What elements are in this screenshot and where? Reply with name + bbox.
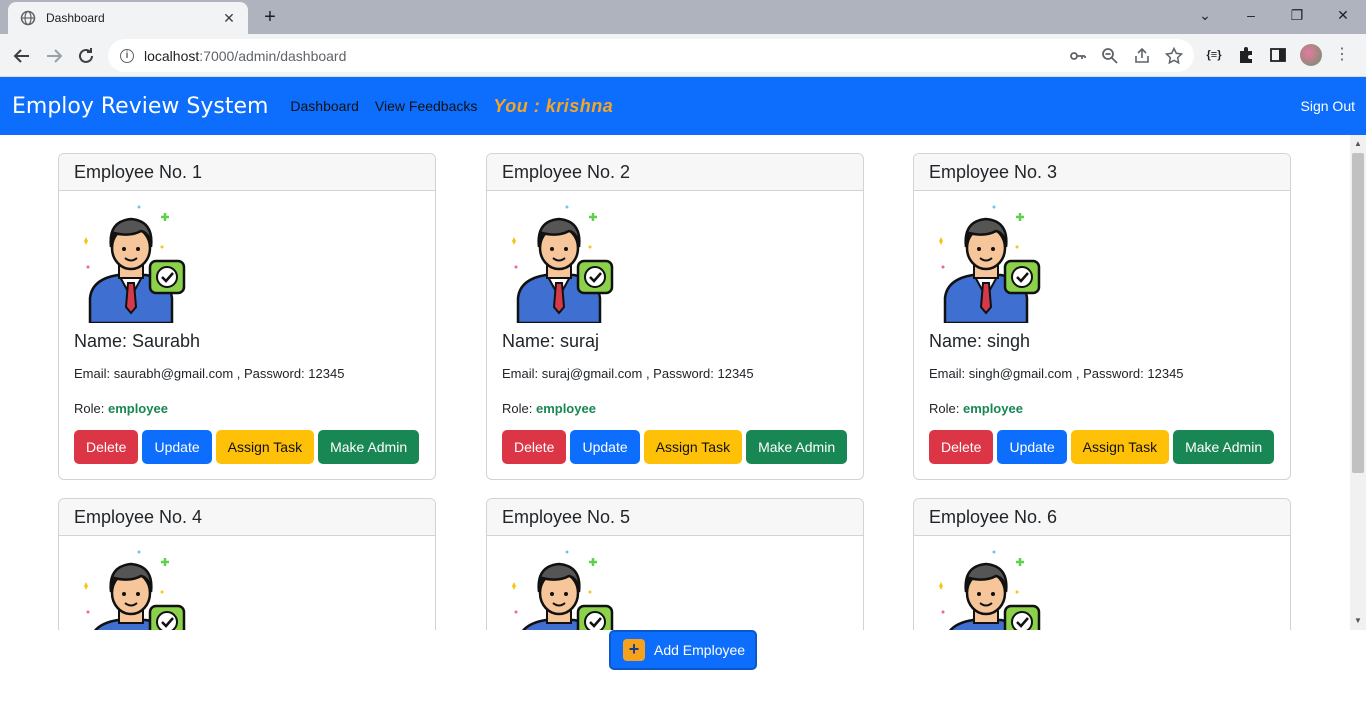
employee-name: Name: singh <box>929 331 1031 351</box>
back-icon[interactable] <box>10 44 34 68</box>
scroll-thumb[interactable] <box>1352 153 1364 473</box>
delete-button[interactable]: Delete <box>502 430 567 464</box>
bookmark-star-icon[interactable] <box>1164 46 1184 66</box>
employee-avatar-icon <box>939 550 1041 630</box>
zoom-out-icon[interactable] <box>1100 46 1120 66</box>
browser-tab[interactable]: Dashboard ✕ <box>8 2 248 34</box>
tab-search-icon[interactable]: ⌄ <box>1193 5 1217 25</box>
restore-icon[interactable]: ❐ <box>1285 5 1309 25</box>
card-header: Employee No. 3 <box>914 154 1290 191</box>
card-header: Employee No. 6 <box>914 499 1290 536</box>
employee-role: Role: employee <box>502 401 596 416</box>
make-admin-button[interactable]: Make Admin <box>1173 430 1275 464</box>
reload-icon[interactable] <box>74 44 98 68</box>
sign-out-link[interactable]: Sign Out <box>1301 98 1355 114</box>
employee-credentials: Email: saurabh@gmail.com , Password: 123… <box>74 366 345 381</box>
card-header: Employee No. 4 <box>59 499 435 536</box>
update-button[interactable]: Update <box>997 430 1067 464</box>
delete-button[interactable]: Delete <box>74 430 139 464</box>
employee-credentials: Email: singh@gmail.com , Password: 12345 <box>929 366 1184 381</box>
add-employee-button[interactable]: + Add Employee <box>609 630 757 670</box>
employee-name: Name: suraj <box>502 331 600 351</box>
assign-task-button[interactable]: Assign Task <box>1070 430 1170 464</box>
employee-credentials: Email: suraj@gmail.com , Password: 12345 <box>502 366 754 381</box>
nav-link-view-feedbacks[interactable]: View Feedbacks <box>375 98 477 114</box>
plus-icon: + <box>623 639 645 661</box>
brand-title[interactable]: Employ Review System <box>12 94 268 119</box>
employee-card: Employee No. 4 <box>58 498 436 630</box>
globe-icon <box>20 10 36 26</box>
browser-tabbar: Dashboard ✕ + ⌄ – ❐ ✕ <box>0 0 1366 34</box>
make-admin-button[interactable]: Make Admin <box>746 430 848 464</box>
assign-task-button[interactable]: Assign Task <box>215 430 315 464</box>
new-tab-icon[interactable]: + <box>258 5 282 29</box>
page-scrollbar[interactable]: ▲ ▼ <box>1350 135 1366 630</box>
update-button[interactable]: Update <box>142 430 212 464</box>
employee-role: Role: employee <box>929 401 1023 416</box>
employee-avatar-icon <box>84 550 186 630</box>
employee-grid: Employee No. 1 Name: Saurabh Email: saur… <box>0 135 1350 630</box>
employee-role: Role: employee <box>74 401 168 416</box>
employee-card: Employee No. 2 Name: suraj Email: suraj@… <box>486 153 864 480</box>
scroll-down-icon[interactable]: ▼ <box>1350 614 1366 628</box>
make-admin-button[interactable]: Make Admin <box>318 430 420 464</box>
employee-avatar-icon <box>512 550 614 630</box>
minimize-icon[interactable]: – <box>1239 5 1263 25</box>
window-close-icon[interactable]: ✕ <box>1331 5 1355 25</box>
profile-avatar[interactable] <box>1300 44 1322 66</box>
nav-link-dashboard[interactable]: Dashboard <box>290 98 359 114</box>
employee-card: Employee No. 5 <box>486 498 864 630</box>
scroll-up-icon[interactable]: ▲ <box>1350 137 1366 151</box>
update-button[interactable]: Update <box>570 430 640 464</box>
json-extension-icon[interactable]: {≡} <box>1204 45 1224 65</box>
employee-avatar-icon <box>84 205 186 323</box>
extensions-puzzle-icon[interactable] <box>1236 45 1256 65</box>
card-header: Employee No. 2 <box>487 154 863 191</box>
key-icon[interactable] <box>1068 46 1088 66</box>
add-employee-label: Add Employee <box>654 642 746 658</box>
address-bar[interactable]: i localhost:7000/admin/dashboard <box>108 39 1194 72</box>
tab-title: Dashboard <box>46 11 105 25</box>
employee-avatar-icon <box>512 205 614 323</box>
url-text: localhost:7000/admin/dashboard <box>144 47 347 64</box>
employee-card: Employee No. 1 Name: Saurabh Email: saur… <box>58 153 436 480</box>
site-info-icon[interactable]: i <box>120 48 134 63</box>
menu-kebab-icon[interactable]: ⋮ <box>1334 45 1350 65</box>
share-icon[interactable] <box>1132 46 1152 66</box>
employee-name: Name: Saurabh <box>74 331 201 351</box>
employee-card: Employee No. 6 <box>913 498 1291 630</box>
current-user-label: You : krishna <box>493 95 614 116</box>
side-panel-icon[interactable] <box>1268 45 1288 65</box>
browser-toolbar: i localhost:7000/admin/dashboard {≡} ⋮ <box>0 34 1366 77</box>
app-navbar: Employ Review System Dashboard View Feed… <box>0 77 1366 135</box>
assign-task-button[interactable]: Assign Task <box>643 430 743 464</box>
forward-icon[interactable] <box>42 44 66 68</box>
employee-avatar-icon <box>939 205 1041 323</box>
employee-card: Employee No. 3 Name: singh Email: singh@… <box>913 153 1291 480</box>
card-header: Employee No. 1 <box>59 154 435 191</box>
close-tab-icon[interactable]: ✕ <box>220 10 238 27</box>
card-header: Employee No. 5 <box>487 499 863 536</box>
delete-button[interactable]: Delete <box>929 430 994 464</box>
